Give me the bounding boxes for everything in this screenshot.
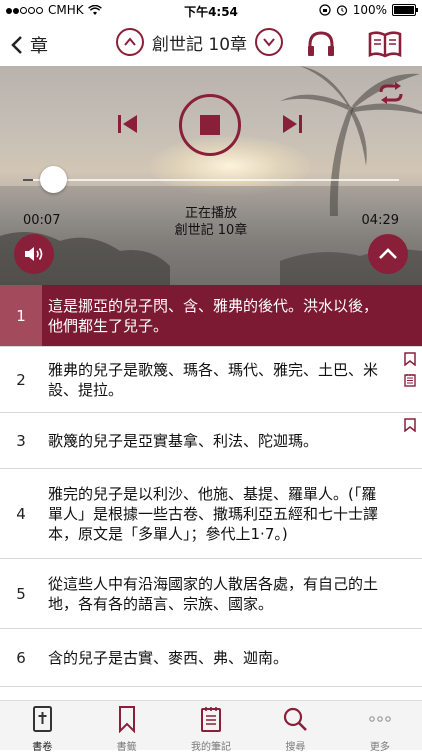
- verse-text: 這是挪亞的兒子閃、含、雅弗的後代。洪水以後，他們都生了兒子。: [48, 296, 379, 335]
- back-label: 章: [30, 36, 48, 57]
- previous-chapter-button[interactable]: [116, 28, 144, 56]
- total-time: 04:29: [361, 213, 399, 228]
- open-book-icon[interactable]: [368, 30, 402, 58]
- tab-bar: 書卷 書籤 我的筆記 搜尋 更多: [0, 700, 422, 753]
- verse-number: 5: [16, 584, 26, 603]
- rotation-lock-icon: [319, 4, 331, 16]
- next-track-button[interactable]: [280, 112, 304, 136]
- tab-notes[interactable]: 我的筆記: [169, 701, 253, 753]
- verse-row[interactable]: 5 從這些人中有沿海國家的人散居各處，有自己的土地，各有各的語言、宗族、國家。: [0, 559, 422, 629]
- collapse-player-button[interactable]: [368, 234, 408, 274]
- now-playing-status: 正在播放 創世記 10章: [0, 205, 422, 239]
- back-button[interactable]: 章: [10, 32, 48, 58]
- bookmark-icon: [114, 705, 140, 737]
- headphones-icon[interactable]: [306, 30, 336, 58]
- bookmark-icon[interactable]: [404, 351, 416, 370]
- tab-more[interactable]: 更多: [338, 701, 422, 753]
- bookmark-icon[interactable]: [404, 417, 416, 436]
- progress-thumb[interactable]: [40, 166, 67, 193]
- tab-label: 搜尋: [285, 742, 306, 753]
- alarm-icon: [336, 5, 347, 16]
- verse-row[interactable]: 3 歌篾的兒子是亞實基拿、利法、陀迦瑪。: [0, 413, 422, 469]
- verse-list: 1 這是挪亞的兒子閃、含、雅弗的後代。洪水以後，他們都生了兒子。 2 雅弗的兒子是歌篾…: [0, 285, 422, 700]
- volume-button[interactable]: [14, 234, 54, 274]
- navigation-bar: 章 創世記 10章: [0, 22, 422, 66]
- stop-button[interactable]: [179, 94, 241, 156]
- verse-markers: [404, 351, 416, 391]
- verse-text: 雅完的兒子是以利沙、他施、基提、羅單人。(「羅單人」是根據一些古卷、撒瑪利亞五經…: [48, 484, 379, 543]
- chevron-left-icon: [11, 36, 22, 54]
- search-icon: [282, 705, 308, 737]
- progress-slider[interactable]: [23, 166, 399, 193]
- tab-label: 書籤: [116, 742, 137, 753]
- verse-number: 6: [16, 648, 26, 667]
- verse-text: 含的兒子是古實、麥西、弗、迦南。: [48, 648, 289, 667]
- status-bar: CMHK 下午4:54 100%: [0, 0, 422, 22]
- stop-icon: [200, 115, 220, 135]
- next-chapter-button[interactable]: [255, 28, 284, 56]
- repeat-icon[interactable]: [378, 82, 404, 104]
- verse-row[interactable]: 1 這是挪亞的兒子閃、含、雅弗的後代。洪水以後，他們都生了兒子。: [0, 285, 422, 347]
- tab-bible[interactable]: 書卷: [0, 701, 84, 753]
- tab-bookmark[interactable]: 書籤: [84, 701, 168, 753]
- previous-track-button[interactable]: [116, 112, 140, 136]
- bible-icon: [29, 705, 55, 737]
- verse-text: 歌篾的兒子是亞實基拿、利法、陀迦瑪。: [48, 431, 319, 450]
- more-icon: [367, 705, 393, 737]
- now-playing-label: 正在播放: [184, 206, 237, 221]
- verse-number: 3: [16, 431, 26, 450]
- tab-label: 我的筆記: [191, 742, 232, 753]
- tab-search[interactable]: 搜尋: [253, 701, 337, 753]
- speaker-icon: [25, 247, 43, 261]
- chevron-up-icon: [379, 248, 397, 259]
- progress-fill: [23, 179, 33, 181]
- verse-row[interactable]: 6 含的兒子是古實、麥西、弗、迦南。: [0, 629, 422, 687]
- verse-number: 1: [0, 285, 42, 346]
- notes-icon: [198, 705, 224, 737]
- tab-label: 書卷: [32, 742, 53, 753]
- verse-text: 從這些人中有沿海國家的人散居各處，有自己的土地，各有各的語言、宗族、國家。: [48, 574, 379, 613]
- verse-row[interactable]: 2 雅弗的兒子是歌篾、瑪各、瑪代、雅完、土巴、米設、提拉。: [0, 347, 422, 413]
- verse-row[interactable]: 4 雅完的兒子是以利沙、他施、基提、羅單人。(「羅單人」是根據一些古卷、撒瑪利亞五…: [0, 469, 422, 559]
- chapter-title[interactable]: 創世記 10章: [152, 30, 247, 55]
- now-playing-chapter: 創世記 10章: [174, 223, 248, 238]
- note-icon[interactable]: [404, 372, 416, 391]
- verse-number: 4: [16, 504, 26, 523]
- tab-label: 更多: [369, 742, 390, 753]
- verse-text: 雅弗的兒子是歌篾、瑪各、瑪代、雅完、土巴、米設、提拉。: [48, 360, 379, 399]
- verse-markers: [404, 417, 416, 436]
- audio-player-panel: 00:07 正在播放 創世記 10章 04:29: [0, 66, 422, 285]
- battery-percent: 100%: [352, 3, 387, 17]
- battery-icon: [392, 4, 418, 16]
- verse-number: 2: [16, 370, 26, 389]
- chevron-up-icon: [124, 37, 136, 46]
- chevron-down-icon: [263, 38, 275, 47]
